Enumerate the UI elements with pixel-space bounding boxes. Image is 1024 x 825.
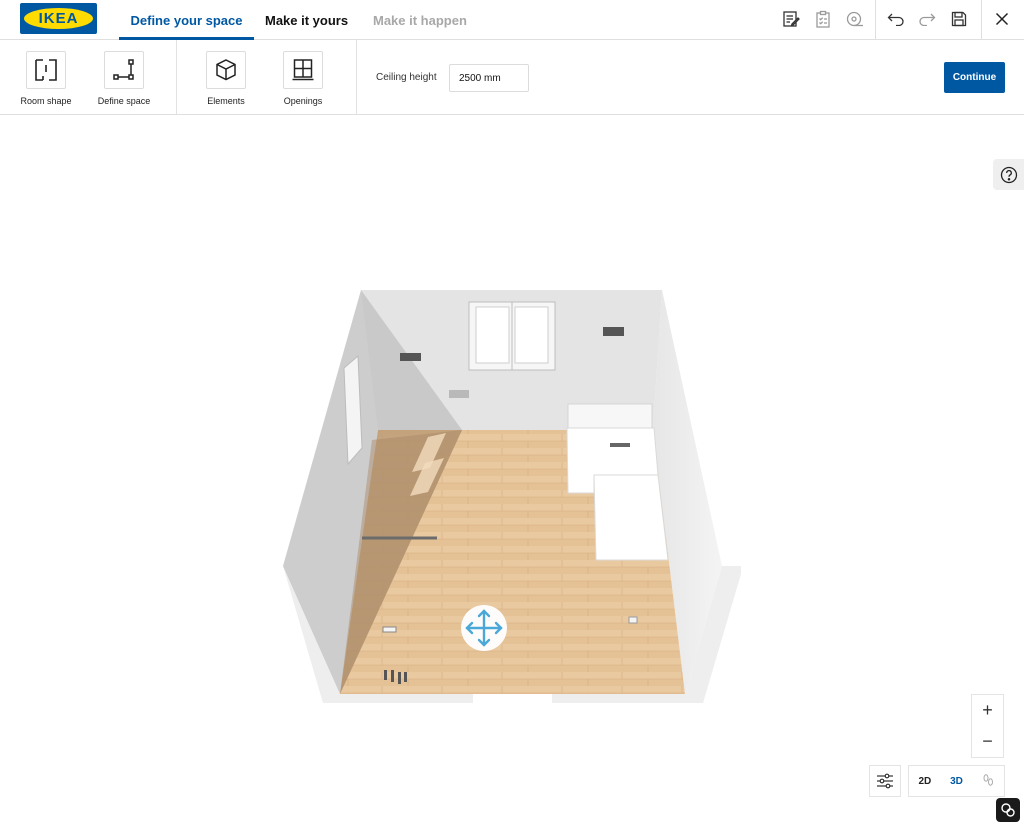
zoom-in-button[interactable]: + xyxy=(972,695,1003,726)
window-icon[interactable] xyxy=(283,51,323,89)
ceiling-height-label: Ceiling height xyxy=(376,72,437,83)
tool-label: Define space xyxy=(97,96,151,106)
outlet xyxy=(603,327,624,336)
close-icon[interactable] xyxy=(992,9,1012,29)
logo-text: IKEA xyxy=(24,8,93,29)
room-3d-viewport[interactable] xyxy=(0,115,1024,825)
room-shape-icon[interactable] xyxy=(26,51,66,89)
header-divider xyxy=(875,0,876,40)
save-icon[interactable] xyxy=(949,9,969,29)
redo-icon[interactable] xyxy=(917,9,937,29)
define-space-icon[interactable] xyxy=(104,51,144,89)
chat-icon xyxy=(1001,803,1015,817)
continue-button[interactable]: Continue xyxy=(944,62,1005,93)
stage-define-your-space[interactable]: Define your space xyxy=(119,0,254,40)
move-handle-icon[interactable] xyxy=(461,605,507,651)
tool-bar: Room shape Define space Elements Opening… xyxy=(0,40,1024,115)
view-mode-switcher: 2D 3D xyxy=(908,765,1005,797)
view-settings-button[interactable] xyxy=(869,765,901,797)
cube-icon[interactable] xyxy=(206,51,246,89)
zoom-out-button[interactable]: − xyxy=(972,726,1003,757)
toolbar-divider xyxy=(356,40,357,115)
help-button[interactable] xyxy=(993,159,1024,190)
room-3d-render[interactable] xyxy=(0,115,1024,825)
cabinet-unit xyxy=(593,474,669,561)
view-2d-button[interactable]: 2D xyxy=(909,766,941,796)
sliders-icon xyxy=(877,773,893,789)
footprints-icon xyxy=(983,774,994,786)
tool-label: Elements xyxy=(207,96,245,106)
checklist-icon[interactable] xyxy=(813,9,833,29)
stage-make-it-happen: Make it happen xyxy=(373,12,467,28)
tool-label: Openings xyxy=(283,96,323,106)
notes-icon[interactable] xyxy=(781,9,801,29)
tool-elements[interactable]: Elements xyxy=(191,51,261,106)
toolbar-divider xyxy=(176,40,177,115)
ceiling-height-input[interactable]: 2500 mm xyxy=(449,64,529,92)
outlet xyxy=(400,353,421,361)
tool-define-space[interactable]: Define space xyxy=(89,51,159,106)
view-3d-button[interactable]: 3D xyxy=(941,766,973,796)
chat-button[interactable] xyxy=(996,798,1020,822)
ikea-logo[interactable]: IKEA xyxy=(20,3,97,34)
top-bar: IKEA Define your space Make it yours Mak… xyxy=(0,0,1024,40)
header-divider xyxy=(981,0,982,40)
tool-label: Room shape xyxy=(20,96,72,106)
zoom-controls: + − xyxy=(971,694,1004,758)
tool-openings[interactable]: Openings xyxy=(268,51,338,106)
radiator xyxy=(567,403,653,429)
walk-mode-button[interactable] xyxy=(972,766,1004,796)
measure-tape-icon[interactable] xyxy=(845,9,865,29)
undo-icon[interactable] xyxy=(886,9,906,29)
question-icon xyxy=(1000,166,1017,183)
stage-make-it-yours[interactable]: Make it yours xyxy=(265,0,348,40)
tool-room-shape[interactable]: Room shape xyxy=(11,51,81,106)
